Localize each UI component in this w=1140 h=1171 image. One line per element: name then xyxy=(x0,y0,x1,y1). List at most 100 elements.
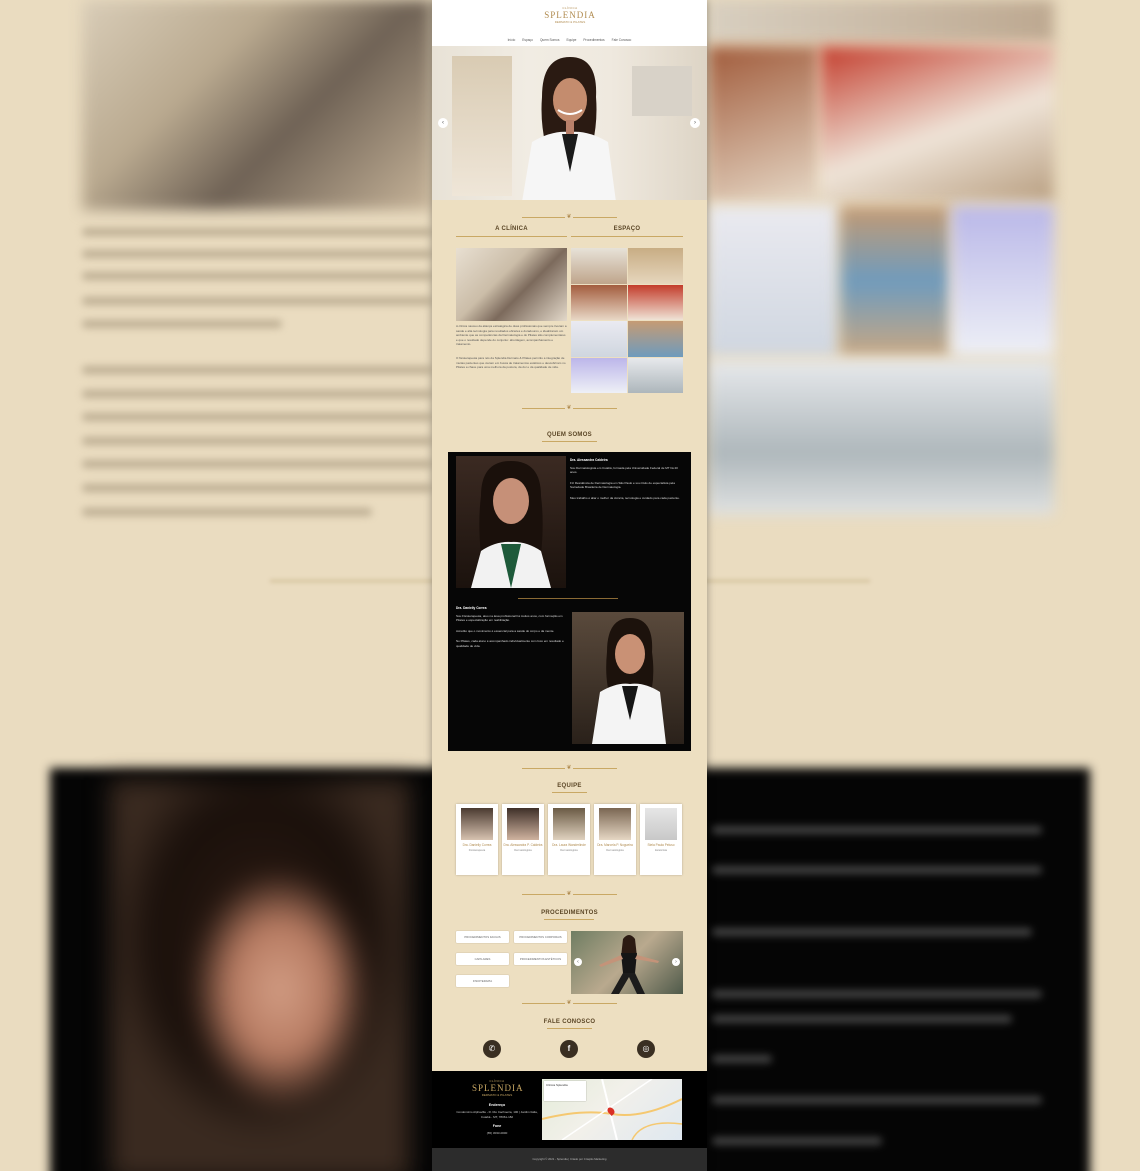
team-member-role: Fisioterapeuta xyxy=(468,849,486,852)
phone-label: Fone xyxy=(492,1124,502,1128)
nav-item-equipe[interactable]: Equipe xyxy=(566,38,576,42)
doctor-divider xyxy=(518,598,618,599)
underline xyxy=(542,441,597,442)
doctor-name: Dra. Danielly Correa xyxy=(456,606,487,610)
site-header: CLÍNICA SPLENDIA DERMATO & PILATES Iníci… xyxy=(432,0,707,46)
gallery-photo[interactable] xyxy=(627,248,683,284)
background-text xyxy=(712,928,1032,936)
ornament-icon: ❦ xyxy=(565,891,573,897)
background-portrait xyxy=(110,780,410,1171)
underline xyxy=(544,919,594,920)
background-text xyxy=(82,484,432,492)
background-text xyxy=(82,413,432,421)
team-member-role: Dermatologista xyxy=(514,849,532,852)
gallery-photo[interactable] xyxy=(627,321,683,357)
procedure-button[interactable]: PROCEDIMENTOS CORPORAIS xyxy=(514,931,567,943)
team-member-name: Dra. Alessandra P. Caldeira xyxy=(503,843,543,847)
team-card[interactable]: Dra. Danielly Correa Fisioterapeuta xyxy=(456,804,498,875)
background-photo xyxy=(708,206,838,356)
clinic-paragraph: O fisioterapeuta para nós da Splendia De… xyxy=(456,356,566,369)
background-text xyxy=(82,390,432,398)
nav-item-procedimentos[interactable]: Procedimentos xyxy=(583,38,604,42)
gallery-photo[interactable] xyxy=(571,284,627,320)
background-text xyxy=(82,460,432,468)
ornament-icon: ❦ xyxy=(565,1000,573,1006)
doctor-bio-2: Dra. Danielly Correa Sou Fisioterapeuta,… xyxy=(456,606,570,648)
doctor-bio-paragraph: Acredito que o movimento é essencial par… xyxy=(456,628,555,633)
nav-item-espaco[interactable]: Espaço xyxy=(522,38,533,42)
map-place-label: Clínica Splendia xyxy=(546,1083,568,1087)
clinic-paragraph: A clínica nasceu da aliança estratégica … xyxy=(456,324,567,346)
doctor-photo-1 xyxy=(456,456,566,588)
team-card[interactable]: Dra. Alessandra P. Caldeira Dermatologis… xyxy=(502,804,544,875)
background-photo xyxy=(840,206,950,356)
ornament-icon: ❦ xyxy=(565,765,573,771)
team-photo xyxy=(507,808,539,840)
address-text: Condomínio Alphaville - R. Rio Cachoeira… xyxy=(456,1110,538,1119)
gallery-photo[interactable] xyxy=(571,321,627,357)
section-divider: ❦ xyxy=(432,405,707,411)
procedure-button[interactable]: FISIOTERAPIA xyxy=(456,975,509,987)
nav-item-quem-somos[interactable]: Quem Somos xyxy=(540,38,560,42)
background-photo xyxy=(952,206,1054,356)
underline xyxy=(456,236,567,237)
procedures-slider-image xyxy=(599,935,659,994)
instagram-icon[interactable]: ◎ xyxy=(637,1040,655,1058)
doctor-bio-paragraph: Sou Dermatologista em Cuiabá, formada pe… xyxy=(570,465,678,475)
nav-item-inicio[interactable]: Início xyxy=(508,38,516,42)
team-member-role: Esteticista xyxy=(655,849,667,852)
procedure-button[interactable]: PROCEDIMENTOS ESTÉTICOS xyxy=(514,953,567,965)
procedures-title: PROCEDIMENTOS xyxy=(541,910,598,916)
site-footer: CLÍNICA SPLENDIA DERMATO & PILATES Ender… xyxy=(432,1071,707,1148)
doctor-photo-2 xyxy=(572,612,684,744)
background-text xyxy=(82,297,432,305)
section-divider: ❦ xyxy=(432,765,707,771)
doctor-name: Dra. Alessandra Caldeira xyxy=(570,458,608,462)
team-photo xyxy=(599,808,631,840)
map-info-card: Clínica Splendia xyxy=(544,1081,586,1101)
background-photo xyxy=(708,360,1054,515)
gallery-photo[interactable] xyxy=(571,248,627,284)
phone-text[interactable]: (65) 3033-0000 xyxy=(456,1131,538,1135)
team-member-name: Dra. Marcela P. Nogueira xyxy=(597,843,633,847)
space-title: ESPAÇO xyxy=(613,226,641,232)
team-card[interactable]: Dra. Laura Wanderlinde Dermatologista xyxy=(548,804,590,875)
team-card[interactable]: Stela Paula Peluso Esteticista xyxy=(640,804,682,875)
facebook-icon[interactable]: f xyxy=(560,1040,578,1058)
background-text xyxy=(82,320,282,328)
team-member-name: Stela Paula Peluso xyxy=(647,843,675,847)
clinic-photo xyxy=(456,248,567,321)
location-map[interactable]: Clínica Splendia xyxy=(542,1079,682,1140)
copyright-bar: Copyright © 2021 - Splendia | Criado por… xyxy=(432,1148,707,1171)
background-photo xyxy=(820,46,1054,201)
ornament-icon: ❦ xyxy=(565,405,573,411)
gallery-photo[interactable] xyxy=(571,357,627,393)
background-text xyxy=(82,437,432,445)
doctor-bio-paragraph: No Pilates, cada aluno é acompanhado ind… xyxy=(456,639,564,648)
background-text xyxy=(82,272,432,280)
contact-title: FALE CONOSCO xyxy=(543,1019,596,1025)
clinic-title: A CLÍNICA xyxy=(495,226,528,232)
background-photo xyxy=(708,46,818,201)
team-card[interactable]: Dra. Marcela P. Nogueira Dermatologista xyxy=(594,804,636,875)
nav-item-fale-conosco[interactable]: Fale Conosco xyxy=(612,38,632,42)
procedure-button[interactable]: PROCEDIMENTOS FACIAIS xyxy=(456,931,509,943)
procedures-prev-button[interactable]: ‹ xyxy=(574,958,582,966)
footer-logo[interactable]: CLÍNICA SPLENDIA DERMATO & PILATES xyxy=(472,1079,523,1097)
procedures-next-button[interactable]: › xyxy=(672,958,680,966)
whatsapp-icon[interactable]: ✆ xyxy=(483,1040,501,1058)
brand-logo[interactable]: CLÍNICA SPLENDIA DERMATO & PILATES xyxy=(544,6,596,28)
gallery-photo[interactable] xyxy=(627,357,683,393)
background-text xyxy=(712,866,1042,874)
doctor-bio-paragraph: Meu trabalho é aliar o melhor da ciência… xyxy=(570,495,680,500)
team-member-name: Dra. Laura Wanderlinde xyxy=(552,843,586,847)
underline xyxy=(552,792,587,793)
background-text xyxy=(712,1137,882,1145)
team-title: EQUIPE xyxy=(557,783,582,789)
procedure-button[interactable]: CAPILARES xyxy=(456,953,509,965)
hero-prev-button[interactable]: ‹ xyxy=(438,118,448,128)
gallery-photo[interactable] xyxy=(627,284,683,320)
doctor-bio-1: Dra. Alessandra Caldeira Sou Dermatologi… xyxy=(570,458,684,500)
background-text xyxy=(712,1055,772,1063)
hero-next-button[interactable]: › xyxy=(690,118,700,128)
